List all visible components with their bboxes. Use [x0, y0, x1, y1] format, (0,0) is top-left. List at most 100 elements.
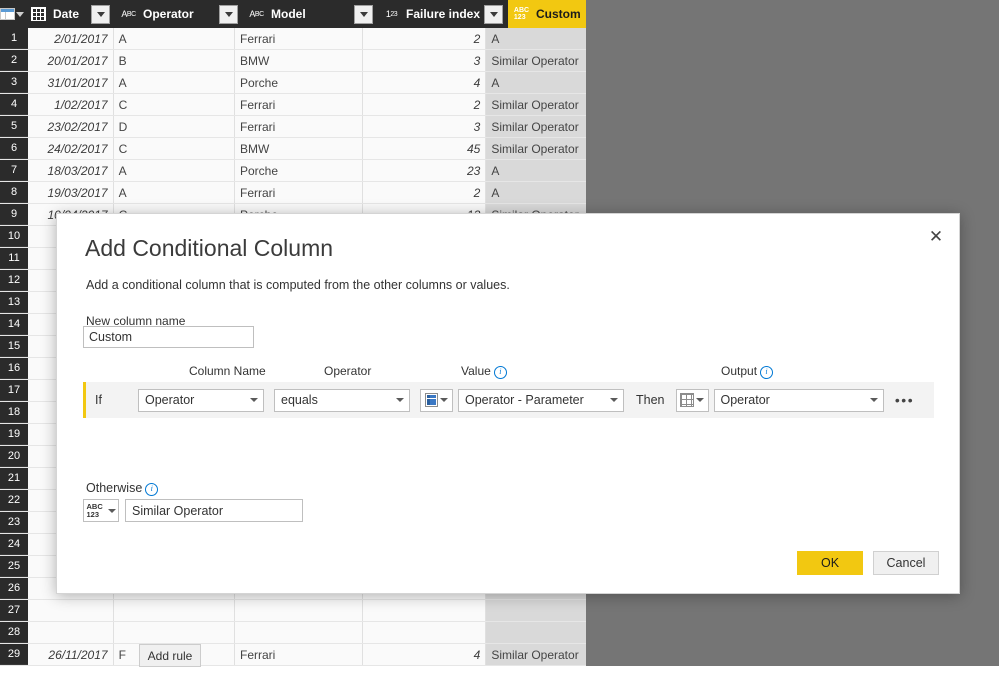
- table-row[interactable]: 29 26/11/2017 F Ferrari 4 Similar Operator: [0, 644, 586, 666]
- rule-more-options-button[interactable]: •••: [892, 389, 918, 412]
- cell-fail: 45: [363, 138, 487, 159]
- row-number: 16: [0, 358, 28, 379]
- add-rule-button[interactable]: Add rule: [139, 644, 201, 667]
- cell-date: 20/01/2017: [28, 50, 114, 71]
- row-number: 1: [0, 28, 28, 49]
- row-number: 18: [0, 402, 28, 423]
- row-number: 27: [0, 600, 28, 621]
- label-column-name: Column Name: [189, 364, 266, 378]
- value-dropdown[interactable]: Operator - Parameter: [458, 388, 624, 412]
- label-value: Value i: [461, 364, 507, 379]
- column-filter-button-date[interactable]: [91, 4, 110, 24]
- cancel-button[interactable]: Cancel: [873, 551, 939, 575]
- cell-fail: 4: [363, 644, 487, 665]
- cell-model: Ferrari: [235, 644, 364, 665]
- chevron-down-icon: [107, 508, 116, 513]
- table-row[interactable]: 1 2/01/2017 A Ferrari 2 A: [0, 28, 586, 50]
- table-row[interactable]: 27: [0, 600, 586, 622]
- cell-fail: [363, 600, 487, 621]
- chevron-down-icon: [16, 11, 24, 17]
- output-dropdown[interactable]: Operator: [713, 388, 884, 412]
- dialog-subtitle: Add a conditional column that is compute…: [86, 278, 510, 292]
- chevron-down-icon: [359, 11, 368, 17]
- row-number: 26: [0, 578, 28, 599]
- cell-op: [114, 622, 235, 643]
- column-header-fail[interactable]: 1 2 3 Failure index: [377, 0, 507, 28]
- cell-cust: [486, 600, 586, 621]
- row-number: 7: [0, 160, 28, 181]
- otherwise-type-selector[interactable]: ABC 123: [83, 499, 119, 522]
- info-icon-value[interactable]: i: [493, 366, 507, 379]
- otherwise-value-input[interactable]: [125, 499, 303, 522]
- cell-cust: A: [486, 182, 586, 203]
- row-number: 9: [0, 204, 28, 225]
- cell-date: 24/02/2017: [28, 138, 114, 159]
- operator-dropdown[interactable]: equals: [274, 388, 410, 412]
- grid-column-headers: Date A B C Operator A B C Model 1 2 3 Failure index A…: [24, 0, 586, 28]
- row-number: 25: [0, 556, 28, 577]
- cell-model: Ferrari: [235, 182, 364, 203]
- otherwise-label: Otherwise i: [86, 481, 159, 496]
- cell-model: Porche: [235, 72, 364, 93]
- column-header-label: Custom: [536, 7, 581, 21]
- cell-model: Ferrari: [235, 116, 364, 137]
- row-number: 29: [0, 644, 28, 665]
- row-number: 22: [0, 490, 28, 511]
- column-selector-icon: [425, 393, 438, 407]
- cell-op: A: [114, 182, 235, 203]
- otherwise-row: ABC 123: [83, 499, 303, 522]
- cell-fail: 2: [363, 94, 487, 115]
- cell-model: Porche: [235, 160, 364, 181]
- chevron-down-icon: [489, 11, 498, 17]
- table-row[interactable]: 8 19/03/2017 A Ferrari 2 A: [0, 182, 586, 204]
- table-row[interactable]: 28: [0, 622, 586, 644]
- column-filter-button-fail[interactable]: [484, 4, 503, 24]
- cell-cust: Similar Operator: [486, 138, 586, 159]
- cell-op: [114, 600, 235, 621]
- cell-date: 18/03/2017: [28, 160, 114, 181]
- table-row[interactable]: 6 24/02/2017 C BMW 45 Similar Operator: [0, 138, 586, 160]
- table-row[interactable]: 3 31/01/2017 A Porche 4 A: [0, 72, 586, 94]
- cell-model: [235, 600, 364, 621]
- chevron-down-icon: [391, 398, 409, 402]
- new-column-name-input[interactable]: [83, 326, 254, 348]
- column-header-label: Operator: [143, 7, 194, 21]
- table-row[interactable]: 5 23/02/2017 D Ferrari 3 Similar Operator: [0, 116, 586, 138]
- row-number: 24: [0, 534, 28, 555]
- row-number: 23: [0, 512, 28, 533]
- close-icon[interactable]: ✕: [921, 222, 951, 252]
- table-row[interactable]: 4 1/02/2017 C Ferrari 2 Similar Operator: [0, 94, 586, 116]
- condition-rule-row: If Operator equals Operator - Parameter: [83, 382, 934, 418]
- cell-date: 19/03/2017: [28, 182, 114, 203]
- column-header-model[interactable]: A B C Model: [242, 0, 377, 28]
- table-row[interactable]: 2 20/01/2017 B BMW 3 Similar Operator: [0, 50, 586, 72]
- cell-cust: Similar Operator: [486, 94, 586, 115]
- cell-cust: A: [486, 28, 586, 49]
- dialog-title: Add Conditional Column: [85, 235, 334, 261]
- value-type-selector[interactable]: [420, 388, 453, 412]
- cell-op: B: [114, 50, 235, 71]
- cell-op: A: [114, 28, 235, 49]
- ok-button[interactable]: OK: [797, 551, 863, 575]
- column-name-dropdown[interactable]: Operator: [138, 388, 264, 412]
- chevron-down-icon: [605, 398, 623, 402]
- column-header-date[interactable]: Date: [24, 0, 114, 28]
- info-icon-otherwise[interactable]: i: [145, 483, 159, 496]
- cell-op: C: [114, 138, 235, 159]
- column-filter-button-model[interactable]: [354, 4, 373, 24]
- cell-op: C: [114, 94, 235, 115]
- output-type-selector[interactable]: [675, 388, 709, 412]
- chevron-down-icon: [96, 11, 105, 17]
- column-header-cust[interactable]: ABC 123 Custom: [507, 0, 586, 28]
- cell-date: 23/02/2017: [28, 116, 114, 137]
- select-all-columns-button[interactable]: [0, 0, 24, 28]
- abc123-any-icon: ABC 123: [513, 7, 530, 21]
- column-filter-button-op[interactable]: [219, 4, 238, 24]
- table-row[interactable]: 7 18/03/2017 A Porche 23 A: [0, 160, 586, 182]
- row-number: 8: [0, 182, 28, 203]
- table-column-icon: [680, 393, 694, 407]
- dialog-footer: OK Cancel: [797, 551, 939, 575]
- column-header-op[interactable]: A B C Operator: [114, 0, 242, 28]
- cell-fail: 4: [363, 72, 487, 93]
- info-icon-output[interactable]: i: [760, 366, 774, 379]
